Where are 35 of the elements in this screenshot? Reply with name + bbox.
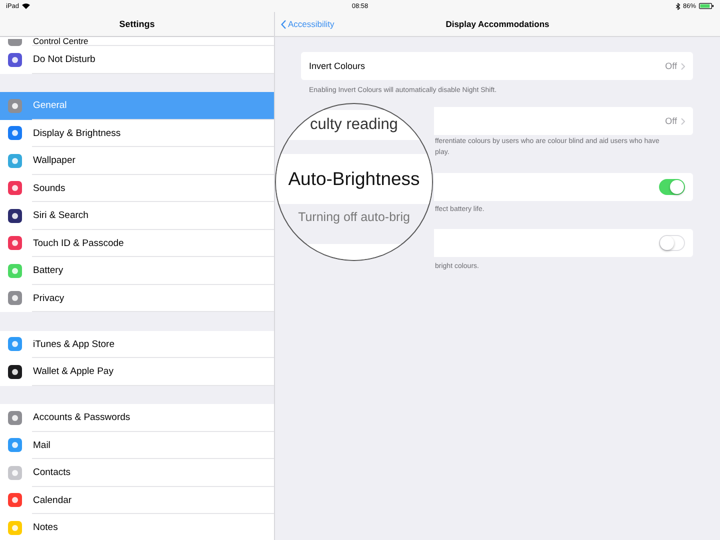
settings-row[interactable]: Do Not Disturb [0, 46, 274, 74]
page-title: Display Accommodations [446, 19, 550, 29]
settings-row[interactable]: Privacy [0, 284, 274, 312]
settings-row[interactable]: Display & Brightness [0, 120, 274, 147]
battery-icon [699, 3, 714, 9]
wifi-icon [22, 3, 30, 9]
settings-row[interactable]: Control Centre [0, 37, 274, 46]
settings-row[interactable]: Wallpaper [0, 147, 274, 174]
settings-row[interactable]: Calendar [0, 486, 274, 514]
bluetooth-icon [676, 2, 680, 10]
chevron-icon [681, 62, 685, 70]
settings-cell[interactable] [434, 173, 693, 201]
settings-row[interactable]: Touch ID & Passcode [0, 230, 274, 257]
settings-row[interactable]: Mail [0, 432, 274, 459]
settings-row[interactable]: Notes [0, 514, 274, 540]
magnified-text: Auto-Brightness [288, 168, 420, 190]
settings-row[interactable]: Siri & Search [0, 202, 274, 230]
cell-value: Off [665, 116, 677, 126]
magnified-text: culty reading [310, 116, 398, 134]
settings-row[interactable]: Accounts & Passwords [0, 404, 274, 432]
settings-row[interactable]: Battery [0, 257, 274, 284]
cell-label: Invert Colours [309, 61, 366, 71]
pane-title: Settings [119, 19, 155, 29]
toggle-switch[interactable] [659, 235, 685, 251]
cell-value: Off [665, 61, 677, 71]
magnified-text: Turning off auto-brig [298, 210, 410, 224]
settings-row[interactable]: Contacts [0, 459, 274, 486]
back-chevron-icon [281, 20, 286, 28]
settings-cell[interactable] [434, 229, 693, 257]
chevron-icon [681, 118, 685, 124]
toggle-switch[interactable] [659, 179, 685, 195]
settings-row[interactable]: Wallet & Apple Pay [0, 358, 274, 386]
settings-row[interactable]: Sounds [0, 174, 274, 202]
settings-row[interactable]: iTunes & App Store [0, 330, 274, 358]
settings-cell[interactable]: Invert Colours Off [301, 52, 693, 80]
